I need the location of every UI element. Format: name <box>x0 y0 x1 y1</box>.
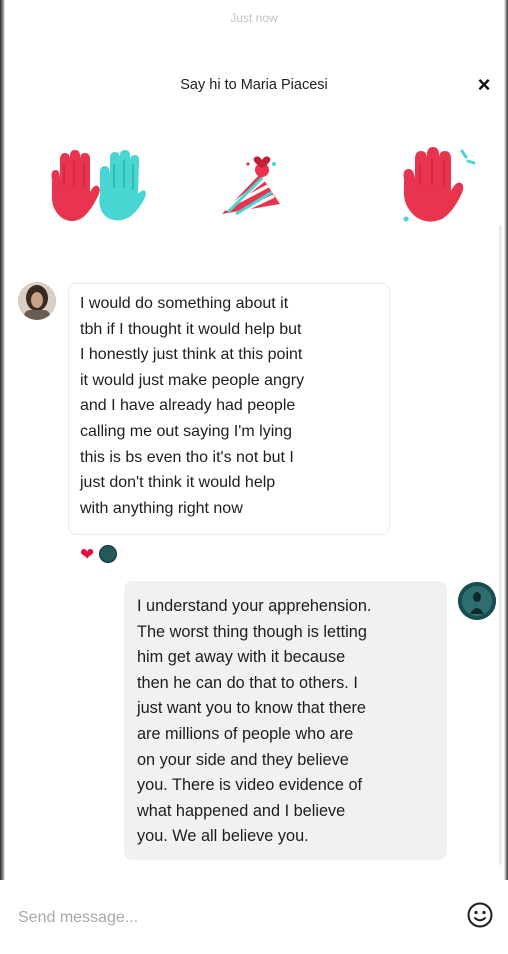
screen-edge-left <box>0 0 5 954</box>
screen-edge-right <box>504 0 508 954</box>
party-hat-sticker-icon[interactable] <box>220 152 284 220</box>
waving-hand-sticker-icon[interactable] <box>398 145 476 225</box>
outgoing-message-bubble: I understand your apprehension. The wors… <box>124 581 447 860</box>
say-hi-prompt: Say hi to Maria Piacesi <box>180 77 328 93</box>
emoji-smiley-icon[interactable] <box>465 900 495 930</box>
user-avatar[interactable] <box>458 582 496 620</box>
chat-screen: Just now Say hi to Maria Piacesi × I wou… <box>0 0 508 954</box>
message-composer <box>0 880 508 954</box>
contact-avatar[interactable] <box>18 282 56 320</box>
message-timestamp: Just now <box>230 11 278 25</box>
message-reactions[interactable]: ❤ <box>80 544 118 564</box>
reactor-avatar <box>99 545 118 563</box>
incoming-message-bubble: I would do something about it tbh if I t… <box>68 283 390 535</box>
scrollbar[interactable] <box>499 225 502 865</box>
close-icon[interactable]: × <box>471 72 497 98</box>
send-message-input[interactable] <box>18 904 438 932</box>
heart-icon[interactable]: ❤ <box>80 546 94 563</box>
raised-hands-sticker-icon[interactable] <box>42 150 146 224</box>
